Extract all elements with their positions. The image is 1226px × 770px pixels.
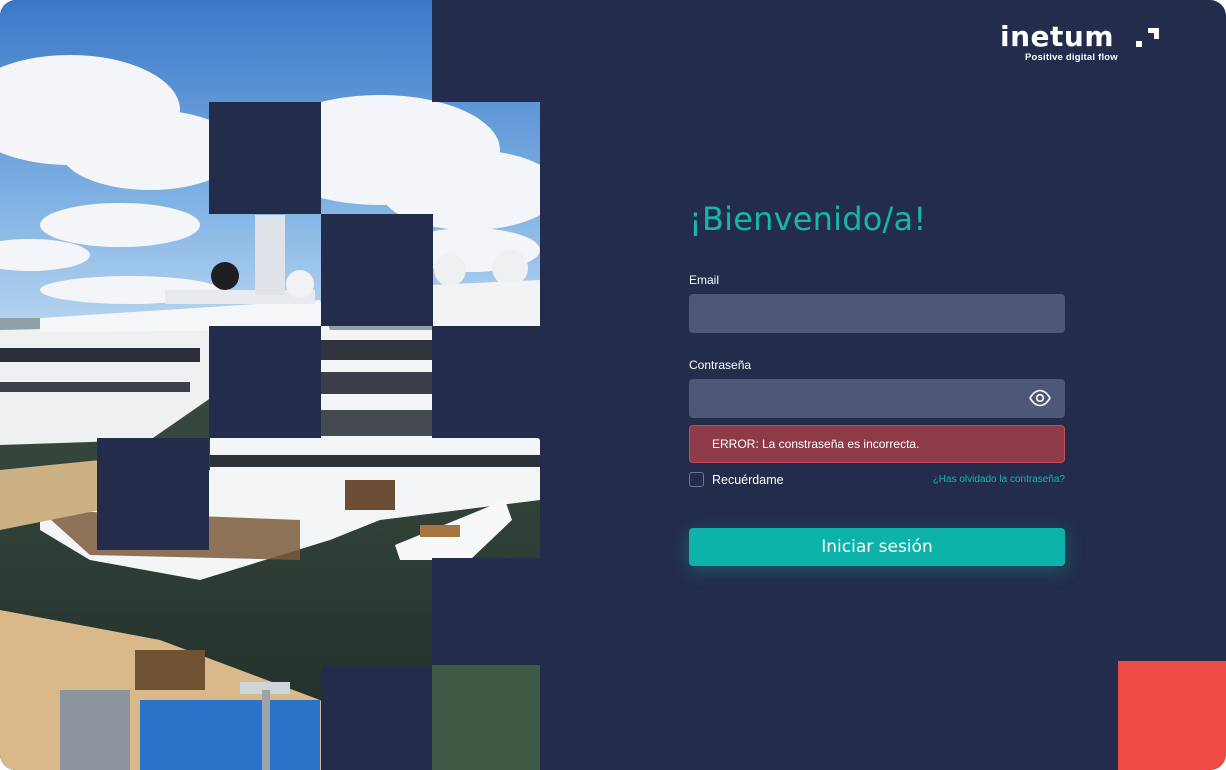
- logo-wordmark: inetum: [1000, 20, 1115, 53]
- inetum-logo: inetum Positive digital flow: [1000, 22, 1170, 66]
- password-field[interactable]: [689, 379, 1065, 418]
- remember-me-toggle[interactable]: Recuérdame: [689, 472, 784, 487]
- marina-photo-mosaic: [0, 0, 540, 770]
- email-field[interactable]: [689, 294, 1065, 333]
- decorative-corner-block: [1118, 661, 1226, 770]
- welcome-title: ¡Bienvenido/a!: [689, 200, 927, 238]
- logo-tagline: Positive digital flow: [1025, 52, 1118, 63]
- password-error-alert: ERROR: La constraseña es incorrecta.: [689, 425, 1065, 463]
- logo-corner-mark-icon: [1136, 28, 1159, 47]
- email-label: Email: [689, 273, 720, 287]
- remember-me-checkbox[interactable]: [689, 472, 704, 487]
- password-label: Contraseña: [689, 358, 752, 372]
- eye-icon[interactable]: [1029, 388, 1051, 408]
- remember-me-label: Recuérdame: [712, 472, 784, 487]
- forgot-password-link[interactable]: ¿Has olvidado la contraseña?: [933, 474, 1065, 485]
- login-page: inetum Positive digital flow ¡Bienvenido…: [0, 0, 1226, 770]
- login-button[interactable]: Iniciar sesión: [689, 528, 1065, 566]
